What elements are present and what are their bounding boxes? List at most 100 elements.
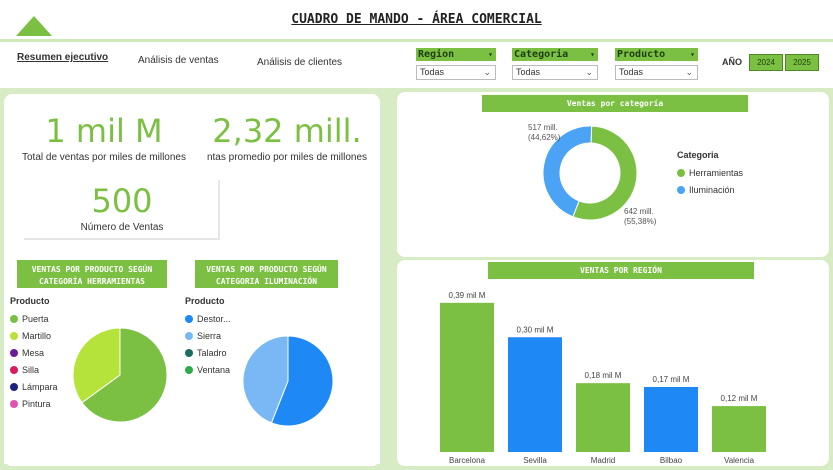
banner-iluminacion-line1: VENTAS POR PRODUCTO SEGÚN	[206, 265, 327, 274]
pie-chart-iluminacion	[242, 335, 334, 427]
legend-item[interactable]: Mesa	[10, 344, 58, 361]
legend-item[interactable]: Iluminación	[677, 181, 743, 198]
kpi-count-label: Número de Ventas	[80, 222, 164, 233]
donut-data-label: 517 mill.	[528, 123, 558, 132]
legend-item[interactable]: Taladro	[185, 344, 231, 361]
donut-data-label: (55,38%)	[624, 217, 657, 226]
region-filter-label: Region	[418, 49, 455, 60]
legend-label: Destor...	[197, 313, 231, 324]
bar-madrid[interactable]	[576, 383, 630, 452]
chevron-down-icon: ⌄	[585, 67, 593, 77]
legend-item[interactable]: Destor...	[185, 310, 231, 327]
x-tick-label: Madrid	[591, 456, 615, 465]
categoria-filter[interactable]: Categoria ▾ Todas ⌄	[512, 48, 598, 80]
legend-dot	[10, 382, 18, 391]
x-tick-label: Sevilla	[523, 456, 547, 465]
region-filter[interactable]: Region ▾ Todas ⌄	[416, 48, 496, 80]
legend-item[interactable]: Martillo	[10, 327, 58, 344]
region-select-value: Todas	[420, 67, 445, 77]
producto-select[interactable]: Todas ⌄	[615, 65, 698, 80]
legend-item[interactable]: Silla	[10, 361, 58, 378]
chevron-down-icon: ⌄	[483, 67, 491, 77]
kpi-count-value: 500	[91, 182, 153, 220]
bar-data-label: 0,17 mil M	[653, 375, 690, 384]
year-2024-button[interactable]: 2024	[749, 54, 783, 71]
tab-analisis-ventas[interactable]: Análisis de ventas	[138, 55, 219, 66]
legend-label: Herramientas	[689, 167, 744, 178]
legend-label: Lámpara	[22, 381, 58, 392]
legend-label: Taladro	[197, 347, 227, 358]
bar-data-label: 0,18 mil M	[585, 371, 622, 380]
legend-categoria: Categoria Herramientas Iluminación	[677, 150, 743, 198]
bar-sevilla[interactable]	[508, 337, 562, 452]
banner-herramientas-line1: VENTAS POR PRODUCTO SEGÚN	[31, 265, 153, 274]
x-tick-label: Bilbao	[660, 456, 683, 465]
bar-bilbao[interactable]	[644, 386, 698, 452]
legend-dot	[10, 348, 18, 357]
kpi-total-label: Total de ventas por miles de millones	[22, 152, 186, 163]
chevron-down-icon: ▾	[488, 50, 493, 59]
legend-label: Mesa	[22, 347, 45, 358]
kpi-total-ventas: 1 mil M Total de ventas por miles de mil…	[10, 112, 198, 163]
legend-dot	[185, 348, 193, 357]
bar-data-label: 0,12 mil M	[721, 394, 758, 403]
legend-dot	[10, 399, 18, 408]
legend-item[interactable]: Pintura	[10, 395, 58, 412]
banner-region: VENTAS POR REGIÓN	[488, 262, 754, 279]
categoria-filter-label: Categoria	[514, 49, 569, 60]
banner-herramientas-line2: CATEGORÍA HERRAMIENTAS	[39, 277, 145, 286]
donut-data-label: 642 mill.	[624, 207, 654, 216]
chevron-down-icon: ⌄	[685, 67, 693, 77]
legend-herramientas-title: Producto	[10, 296, 50, 306]
pie-chart-herramientas	[72, 327, 168, 423]
legend-dot	[10, 314, 18, 323]
legend-label: Pintura	[22, 398, 51, 409]
producto-select-value: Todas	[619, 67, 644, 77]
banner-iluminacion-line2: CATEGORIA ILUMINACIÓN	[215, 277, 318, 286]
legend-dot	[185, 331, 193, 340]
kpi-avg-label: ntas promedio por miles de millones	[206, 152, 368, 163]
legend-iluminacion-title: Producto	[185, 296, 225, 306]
legend-dot	[10, 331, 18, 340]
legend-dot	[185, 365, 193, 374]
legend-herramientas: Producto Puerta Martillo Mesa Silla Lámp…	[10, 296, 58, 412]
legend-label: Ventana	[197, 364, 231, 375]
bar-chart-region: 0,39 mil M Barcelona 0,30 mil M Sevilla 0,18…	[440, 291, 766, 465]
bar-barcelona[interactable]	[440, 302, 494, 452]
tab-analisis-clientes[interactable]: Análisis de clientes	[257, 57, 342, 68]
bar-data-label: 0,30 mil M	[517, 325, 554, 334]
producto-filter-label: Producto	[617, 49, 666, 60]
legend-label: Silla	[22, 364, 40, 375]
legend-dot	[677, 185, 685, 194]
producto-filter[interactable]: Producto ▾ Todas ⌄	[615, 48, 698, 80]
legend-categoria-title: Categoria	[677, 150, 719, 160]
legend-item[interactable]: Herramientas	[677, 164, 743, 181]
x-tick-label: Valencia	[724, 456, 755, 465]
chevron-down-icon: ▾	[690, 50, 695, 59]
legend-label: Puerta	[22, 313, 49, 324]
banner-herramientas: VENTAS POR PRODUCTO SEGÚN CATEGORÍA HERR…	[17, 260, 167, 288]
region-select[interactable]: Todas ⌄	[416, 65, 496, 80]
legend-iluminacion: Producto Destor... Sierra Taladro Ventan…	[185, 296, 231, 378]
legend-item[interactable]: Ventana	[185, 361, 231, 378]
bar-valencia[interactable]	[712, 406, 766, 452]
banner-iluminacion: VENTAS POR PRODUCTO SEGÚN CATEGORIA ILUM…	[195, 260, 338, 288]
header-bar: CUADRO DE MANDO - ÁREA COMERCIAL	[0, 0, 833, 42]
tab-resumen-ejecutivo[interactable]: Resumen ejecutivo	[17, 52, 108, 63]
legend-label: Iluminación	[689, 184, 735, 195]
legend-item[interactable]: Sierra	[185, 327, 231, 344]
bar-data-label: 0,39 mil M	[449, 291, 486, 300]
banner-categoria: Ventas por categoría	[482, 95, 748, 112]
kpi-numero-ventas: 500 Número de Ventas	[24, 182, 220, 233]
categoria-select[interactable]: Todas ⌄	[512, 65, 598, 80]
legend-item[interactable]: Puerta	[10, 310, 58, 327]
kpi-total-value: 1 mil M	[45, 112, 163, 150]
legend-label: Martillo	[22, 330, 52, 341]
year-2025-button[interactable]: 2025	[785, 54, 819, 71]
legend-dot	[677, 168, 685, 177]
chevron-down-icon: ▾	[590, 50, 595, 59]
kpi-ventas-promedio: 2,32 mill. ntas promedio por miles de mi…	[198, 112, 376, 163]
donut-chart-categoria: 642 mill.(55,38%) 517 mill.(44,62%)	[528, 123, 657, 226]
legend-item[interactable]: Lámpara	[10, 378, 58, 395]
x-tick-label: Barcelona	[449, 456, 486, 465]
